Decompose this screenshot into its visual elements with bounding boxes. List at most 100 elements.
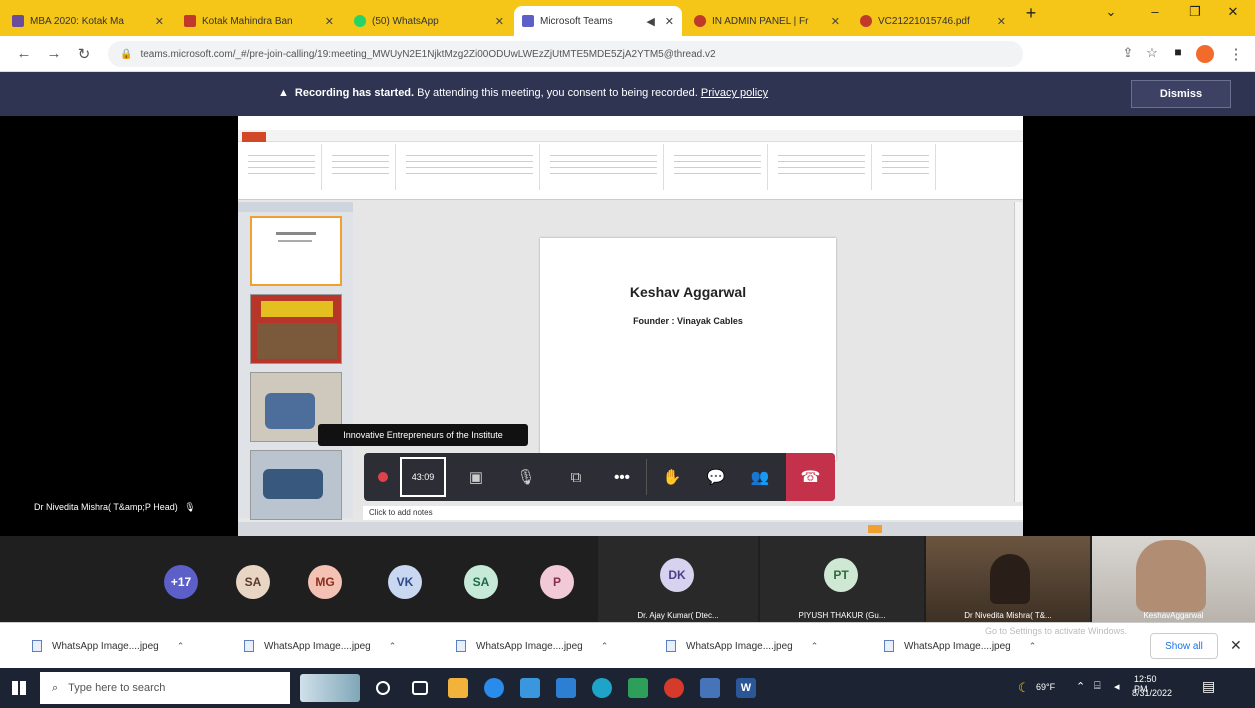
image-file-icon <box>244 640 254 652</box>
minimize-icon[interactable]: – <box>1140 4 1170 19</box>
maximize-icon[interactable]: ❐ <box>1180 4 1210 20</box>
participant-video-tile[interactable]: Dr Nivedita Mishra( T&... <box>926 536 1090 622</box>
microphone-icon[interactable]: 🎙 <box>508 459 544 495</box>
windows-start-icon[interactable] <box>12 681 26 695</box>
chrome-icon[interactable] <box>484 678 504 698</box>
tab-close-icon[interactable]: ✕ <box>155 15 164 28</box>
image-file-icon <box>666 640 676 652</box>
download-item[interactable]: WhatsApp Image....jpeg ⌃ <box>666 633 818 659</box>
tab-close-icon[interactable]: ✕ <box>997 15 1006 28</box>
download-filename: WhatsApp Image....jpeg <box>52 640 159 652</box>
ppt-title-bar <box>238 116 1023 130</box>
tab-favicon-icon <box>184 15 196 27</box>
chat-icon[interactable]: 💬 <box>698 459 734 495</box>
hang-up-icon: ☎ <box>800 469 821 486</box>
participant-tile[interactable]: DK Dr. Ajay Kumar( Dtec... <box>598 536 758 622</box>
overflow-participants-avatar[interactable]: +17 <box>164 565 198 599</box>
participant-video-tile[interactable]: KeshavAggarwal <box>1092 536 1255 622</box>
image-file-icon <box>456 640 466 652</box>
menu-kebab-icon[interactable]: ⋮ <box>1226 45 1246 63</box>
avatar[interactable]: P <box>540 565 574 599</box>
participant-tile[interactable]: PT PIYUSH THAKUR (Gu... <box>760 536 924 622</box>
edge-icon[interactable] <box>592 678 612 698</box>
address-bar[interactable]: 🔒 teams.microsoft.com/_#/pre-join-callin… <box>108 41 1023 67</box>
avatar[interactable]: SA <box>236 565 270 599</box>
chrome-active-icon[interactable] <box>664 678 684 698</box>
avatar[interactable]: MG <box>308 565 342 599</box>
raise-hand-icon[interactable]: ✋ <box>654 459 690 495</box>
download-item[interactable]: WhatsApp Image....jpeg ⌃ <box>32 633 184 659</box>
more-actions-icon[interactable]: ••• <box>604 459 640 495</box>
avatar: DK <box>660 558 694 592</box>
chevron-up-icon[interactable]: ⌃ <box>601 641 609 652</box>
photos-icon[interactable] <box>628 678 648 698</box>
back-arrow-icon[interactable]: ← <box>14 45 34 62</box>
tab-audio-icon[interactable]: ◀ <box>646 15 654 28</box>
download-item[interactable]: WhatsApp Image....jpeg ⌃ <box>456 633 608 659</box>
reload-icon[interactable]: ↻ <box>74 45 94 63</box>
taskbar-search-input[interactable]: ⌕ Type here to search <box>40 672 290 704</box>
download-item[interactable]: WhatsApp Image....jpeg ⌃ <box>244 633 396 659</box>
browser-tab[interactable]: MBA 2020: Kotak Ma ✕ <box>4 6 172 36</box>
show-all-downloads-button[interactable]: Show all <box>1150 633 1218 659</box>
tab-close-icon[interactable]: ✕ <box>831 15 840 28</box>
banner-bold: Recording has started. <box>294 87 415 99</box>
browser-tab[interactable]: VC21221015746.pdf ✕ <box>852 6 1014 36</box>
search-highlights-icon[interactable] <box>300 674 360 702</box>
image-file-icon <box>884 640 894 652</box>
chevron-up-icon[interactable]: ⌃ <box>1029 641 1037 652</box>
download-item[interactable]: WhatsApp Image....jpeg ⌃ <box>884 633 1036 659</box>
ribbon-group <box>326 144 396 190</box>
tab-close-icon[interactable]: ✕ <box>325 15 334 28</box>
privacy-policy-link[interactable]: Privacy policy <box>701 87 768 99</box>
participants-icon[interactable]: 👥 <box>742 459 778 495</box>
tab-close-icon[interactable]: ✕ <box>495 15 504 28</box>
new-tab-button[interactable]: + <box>1016 3 1046 24</box>
avatar[interactable]: SA <box>464 565 498 599</box>
notifications-icon[interactable]: ▤ <box>1202 678 1215 695</box>
tab-search-icon[interactable]: ⌄ <box>1096 4 1126 20</box>
leave-call-button[interactable]: ☎ <box>786 453 835 501</box>
app-icon[interactable] <box>700 678 720 698</box>
tab-label: (50) WhatsApp <box>372 15 439 27</box>
tab-groups-icon[interactable]: ■ <box>1168 45 1188 59</box>
avatar[interactable]: VK <box>388 565 422 599</box>
mail-icon[interactable] <box>556 678 576 698</box>
camera-icon[interactable]: ▣ <box>458 459 494 495</box>
cortana-icon[interactable] <box>376 681 390 695</box>
clock-date[interactable]: 8/31/2022 <box>1132 688 1172 698</box>
browser-tab[interactable]: Kotak Mahindra Ban ✕ <box>176 6 342 36</box>
chevron-up-icon[interactable]: ⌃ <box>811 641 819 652</box>
lock-icon: 🔒 <box>120 48 133 60</box>
forward-arrow-icon[interactable]: → <box>44 45 64 62</box>
browser-tab[interactable]: IN ADMIN PANEL | Fr ✕ <box>686 6 848 36</box>
tab-label: MBA 2020: Kotak Ma <box>30 15 124 27</box>
avatar: PT <box>824 558 858 592</box>
share-screen-icon[interactable]: ⧉ <box>558 459 594 495</box>
bookmark-star-icon[interactable]: ☆ <box>1142 45 1162 61</box>
tab-close-icon[interactable]: ✕ <box>665 15 674 28</box>
participant-name: Dr Nivedita Mishra( T&... <box>964 611 1052 620</box>
chevron-up-icon[interactable]: ⌃ <box>389 641 397 652</box>
slide-subtitle: Founder : Vinayak Cables <box>633 316 743 326</box>
volume-icon[interactable]: ◂ <box>1114 680 1120 693</box>
weather-temp[interactable]: 69°F <box>1036 682 1055 692</box>
slide-thumbnail-pane <box>238 202 353 520</box>
close-downloads-icon[interactable]: ✕ <box>1230 637 1242 654</box>
tab-label: Microsoft Teams <box>540 15 613 27</box>
tab-favicon-icon <box>694 15 706 27</box>
word-icon[interactable]: W <box>736 678 756 698</box>
browser-tab-active[interactable]: Microsoft Teams ◀ ✕ <box>514 6 682 36</box>
task-view-icon[interactable] <box>412 681 428 695</box>
close-window-icon[interactable]: ✕ <box>1218 4 1248 20</box>
profile-avatar[interactable] <box>1196 45 1214 63</box>
chevron-up-icon[interactable]: ⌃ <box>177 641 185 652</box>
browser-tab[interactable]: (50) WhatsApp ✕ <box>346 6 512 36</box>
share-icon[interactable]: ⇪ <box>1118 45 1138 61</box>
network-icon[interactable]: ⌸ <box>1094 680 1101 693</box>
file-explorer-icon[interactable] <box>448 678 468 698</box>
share-tooltip: Innovative Entrepreneurs of the Institut… <box>318 424 528 446</box>
store-icon[interactable] <box>520 678 540 698</box>
dismiss-button[interactable]: Dismiss <box>1131 80 1231 108</box>
tray-chevron-icon[interactable]: ⌃ <box>1076 680 1085 693</box>
